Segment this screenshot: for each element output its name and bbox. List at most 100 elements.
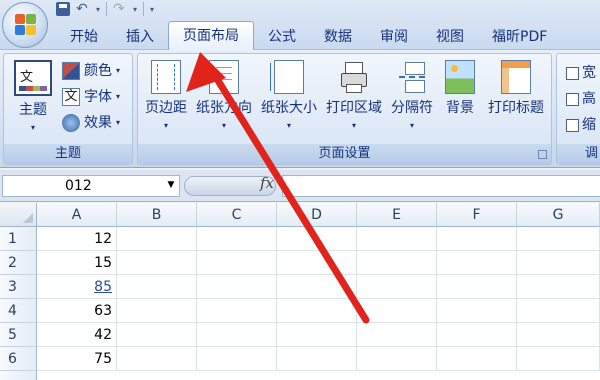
dialog-launcher-icon[interactable] [538,150,547,159]
scale-label: 缩 [582,117,596,133]
width-control[interactable]: 宽 [566,62,596,84]
width-icon [566,66,579,80]
orientation-button[interactable]: 纸张方向 ▾ [192,60,256,130]
grid-cell[interactable] [437,275,517,299]
grid-cell[interactable] [197,275,277,299]
breaks-button[interactable]: 分隔符 ▾ [386,60,438,130]
redo-icon[interactable]: ↷ [113,2,127,16]
tab-formulas[interactable]: 公式 [254,24,310,50]
cell-a4[interactable]: 63 [37,299,117,323]
print-titles-label: 打印标题 [488,100,544,116]
size-label: 纸张大小 [261,100,317,116]
scale-control[interactable]: 缩 [566,114,596,136]
grid-cell[interactable] [277,251,357,275]
grid-cell[interactable] [357,227,437,251]
office-button[interactable] [2,2,48,48]
grid-cell[interactable] [357,347,437,371]
grid-cell[interactable] [437,299,517,323]
undo-icon[interactable]: ↶ [76,2,90,16]
tab-home[interactable]: 开始 [56,24,112,50]
grid-cell[interactable] [437,323,517,347]
tab-view[interactable]: 视图 [422,24,478,50]
grid-cell[interactable] [437,347,517,371]
margins-button[interactable]: 页边距 ▾ [140,60,192,130]
theme-effects-label: 效果 [84,115,112,131]
themes-button[interactable]: 文 主题 ▾ [10,60,56,132]
grid-cell[interactable] [517,251,600,275]
redo-dropdown-icon[interactable]: ▾ [133,5,137,14]
grid-cell[interactable] [277,347,357,371]
grid-cell[interactable] [277,323,357,347]
row-header[interactable]: 2 [0,251,37,275]
palette-icon [62,62,80,80]
column-header-f[interactable]: F [437,203,517,227]
grid-cell[interactable] [117,299,197,323]
height-control[interactable]: 高 [566,88,596,110]
tab-foxit-pdf[interactable]: 福昕PDF [478,24,561,50]
formula-input[interactable] [282,175,600,197]
grid-cell[interactable] [357,275,437,299]
tab-insert[interactable]: 插入 [112,24,168,50]
grid-cell[interactable] [117,323,197,347]
cell-a5[interactable]: 42 [37,323,117,347]
theme-colors-button[interactable]: 颜色 ▾ [62,60,120,82]
row-header[interactable]: 5 [0,323,37,347]
grid-cell[interactable] [117,251,197,275]
grid-cell[interactable] [197,323,277,347]
grid-cell[interactable] [517,275,600,299]
customize-qat-icon[interactable]: ▾ [150,5,154,14]
theme-effects-button[interactable]: 效果 ▾ [62,112,120,134]
grid-cell[interactable] [277,227,357,251]
grid-cell[interactable] [197,227,277,251]
column-header-e[interactable]: E [357,203,437,227]
cell-a1[interactable]: 12 [37,227,117,251]
name-box-dropdown-icon[interactable]: ▼ [164,175,178,195]
grid-cell[interactable] [517,323,600,347]
grid-cell[interactable] [437,227,517,251]
grid-cell[interactable] [117,347,197,371]
cell-a6[interactable]: 75 [37,347,117,371]
grid-cell[interactable] [437,251,517,275]
row-header[interactable]: 1 [0,227,37,251]
row-header[interactable] [0,371,37,380]
size-button[interactable]: 纸张大小 ▾ [256,60,322,130]
insert-function-icon[interactable]: fx [260,174,274,192]
column-header-a[interactable]: A [37,203,117,227]
grid-cell[interactable] [197,251,277,275]
print-titles-button[interactable]: 打印标题 [482,60,550,117]
grid-cell[interactable] [517,347,600,371]
name-box[interactable]: 012 [2,175,180,197]
grid-cell[interactable] [277,275,357,299]
tab-review[interactable]: 审阅 [366,24,422,50]
column-header-g[interactable]: G [517,203,600,227]
save-icon[interactable] [56,2,70,16]
column-header-d[interactable]: D [277,203,357,227]
font-icon: 文 [62,88,80,106]
grid-cell[interactable] [277,299,357,323]
tab-data[interactable]: 数据 [310,24,366,50]
grid-cell[interactable] [357,323,437,347]
select-all-button[interactable] [0,203,37,227]
row-header[interactable]: 6 [0,347,37,371]
background-button[interactable]: 背景 [438,60,482,117]
background-label: 背景 [446,100,474,116]
grid-cell[interactable] [357,299,437,323]
grid-cell[interactable] [517,299,600,323]
column-header-b[interactable]: B [117,203,197,227]
grid-cell[interactable] [517,227,600,251]
undo-dropdown-icon[interactable]: ▾ [96,5,100,14]
cell-a3[interactable]: 85 [37,275,117,299]
tab-page-layout[interactable]: 页面布局 [168,21,254,50]
grid-cell[interactable] [117,275,197,299]
print-area-button[interactable]: 打印区域 ▾ [322,60,386,130]
row-header[interactable]: 4 [0,299,37,323]
grid-cell[interactable] [197,347,277,371]
grid-cell[interactable] [117,227,197,251]
row-header[interactable]: 3 [0,275,37,299]
cell-a2[interactable]: 15 [37,251,117,275]
column-header-c[interactable]: C [197,203,277,227]
grid-cell[interactable] [197,299,277,323]
grid-cell[interactable] [357,251,437,275]
theme-fonts-button[interactable]: 文 字体 ▾ [62,86,120,108]
chevron-down-icon: ▾ [116,66,121,75]
